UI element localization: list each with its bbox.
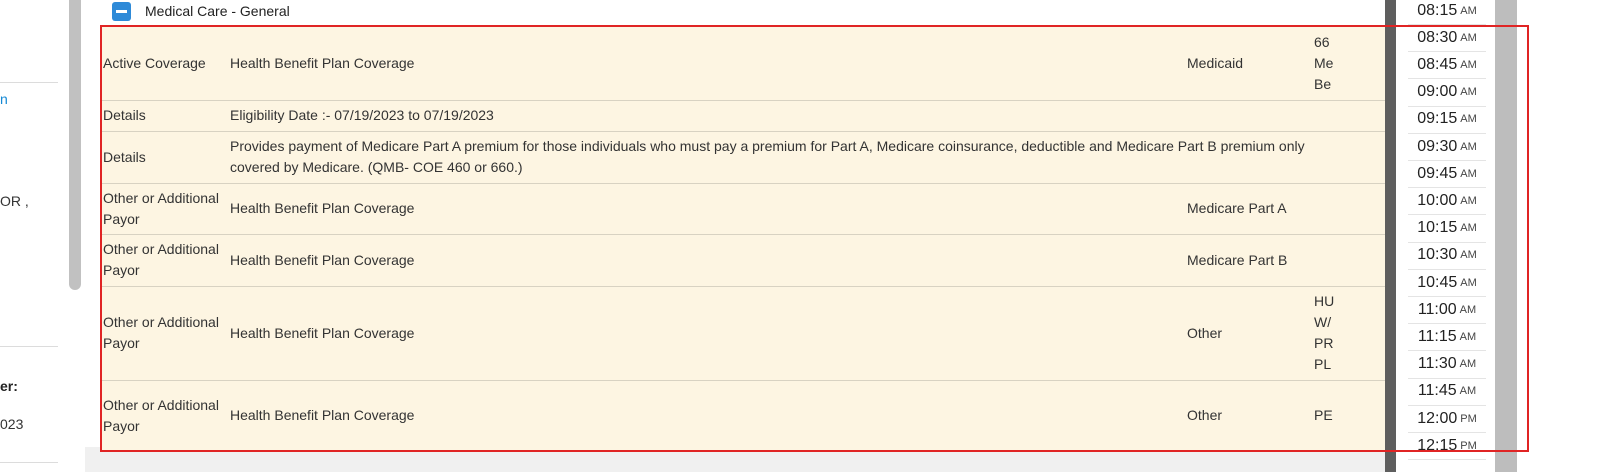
time-option[interactable]: 08:30 AM: [1408, 24, 1486, 53]
divider: [0, 462, 58, 463]
time-period: AM: [1460, 113, 1477, 126]
time-value: 12:15: [1417, 436, 1458, 454]
time-option[interactable]: 09:30 AM: [1408, 133, 1486, 161]
payor-info: 66 Me Be: [1314, 33, 1334, 92]
time-value: 10:15: [1417, 219, 1458, 237]
coverage-description: Health Benefit Plan Coverage: [230, 407, 415, 423]
table-row: Other or Additional Payor Health Benefit…: [100, 234, 1385, 287]
coverage-type: Other or Additional Payor: [103, 241, 219, 278]
table-row: Details Eligibility Date :- 07/19/2023 t…: [100, 100, 1385, 132]
time-value: 09:45: [1417, 164, 1458, 182]
collapse-button[interactable]: [112, 1, 131, 21]
time-period: PM: [1460, 412, 1477, 425]
time-value: 08:30: [1417, 28, 1458, 46]
table-row: Other or Additional Payor Health Benefit…: [100, 380, 1385, 451]
payor-name: Medicare Part B: [1187, 251, 1288, 268]
time-period: AM: [1459, 358, 1477, 371]
table-row: Other or Additional Payor Health Benefit…: [100, 286, 1385, 381]
time-option[interactable]: 12:15 PM: [1408, 432, 1486, 461]
payor-name: Other: [1187, 324, 1223, 341]
time-value: 09:00: [1417, 83, 1458, 101]
coverage-type: Details: [103, 107, 146, 123]
coverage-table: Active Coverage Health Benefit Plan Cove…: [100, 26, 1385, 451]
table-row: Details Provides payment of Medicare Par…: [100, 131, 1385, 184]
coverage-type: Other or Additional Payor: [103, 314, 219, 351]
payor-info: PE: [1314, 407, 1333, 423]
coverage-type: Active Coverage: [103, 54, 206, 71]
panel-divider: [1385, 0, 1396, 472]
time-list-scrollbar[interactable]: [1495, 0, 1517, 472]
coverage-type: Other or Additional Payor: [103, 396, 219, 434]
payor-name: Other: [1187, 407, 1223, 423]
coverage-description: Eligibility Date :- 07/19/2023 to 07/19/…: [230, 107, 494, 123]
coverage-type: Details: [103, 148, 146, 165]
time-period: AM: [1460, 86, 1477, 99]
time-period: PM: [1460, 439, 1477, 452]
coverage-description: Health Benefit Plan Coverage: [230, 251, 415, 268]
section-title: Medical Care - General: [145, 3, 290, 19]
time-option[interactable]: 10:15 AM: [1408, 215, 1486, 243]
minus-icon: [116, 9, 127, 13]
time-period: AM: [1460, 249, 1477, 262]
divider: [0, 82, 58, 83]
field-label: er:: [0, 378, 18, 394]
table-row: Other or Additional Payor Health Benefit…: [100, 183, 1385, 235]
time-option[interactable]: 10:30 AM: [1408, 242, 1486, 270]
coverage-description: Health Benefit Plan Coverage: [230, 200, 415, 216]
payor-name: Medicare Part A: [1187, 200, 1287, 216]
time-value: 10:00: [1417, 191, 1458, 209]
coverage-description: Health Benefit Plan Coverage: [230, 324, 415, 341]
divider: [0, 346, 58, 347]
time-value: 10:30: [1417, 246, 1458, 264]
coverage-description: Health Benefit Plan Coverage: [230, 54, 415, 71]
time-option[interactable]: 11:30 AM: [1408, 351, 1486, 379]
time-option[interactable]: 09:45 AM: [1408, 160, 1486, 189]
profile-link[interactable]: n: [0, 91, 8, 107]
time-period: AM: [1459, 330, 1477, 343]
time-value: 09:30: [1417, 137, 1458, 155]
time-value: 11:00: [1417, 300, 1457, 318]
field-value: 023: [0, 416, 24, 432]
time-period: AM: [1460, 222, 1477, 235]
section-header: Medical Care - General: [112, 0, 290, 22]
time-option[interactable]: 08:45 AM: [1408, 51, 1486, 80]
time-option[interactable]: 10:00 AM: [1408, 187, 1486, 216]
time-option[interactable]: 10:45 AM: [1408, 269, 1486, 297]
left-scrollbar-thumb[interactable]: [69, 0, 81, 290]
coverage-type: Other or Additional Payor: [103, 189, 219, 227]
time-period: AM: [1460, 276, 1477, 289]
time-value: 11:45: [1417, 382, 1457, 400]
time-value: 08:15: [1417, 1, 1458, 19]
time-option[interactable]: 08:15 AM: [1408, 0, 1486, 25]
table-row: Active Coverage Health Benefit Plan Cove…: [100, 26, 1385, 101]
time-value: 09:15: [1417, 110, 1458, 128]
time-value: 10:45: [1417, 273, 1458, 291]
time-option[interactable]: 09:15 AM: [1408, 106, 1486, 134]
time-period: AM: [1460, 31, 1477, 44]
payor-name: Medicaid: [1187, 54, 1244, 71]
time-dropdown-list: 08:15 AM 08:30 AM 08:45 AM 09:00 AM 09:15 AM 09:30…: [1396, 0, 1486, 472]
time-option[interactable]: 09:00 AM: [1408, 79, 1486, 107]
time-value: 11:15: [1417, 327, 1457, 345]
time-option[interactable]: 12:00 PM: [1408, 405, 1486, 433]
time-period: AM: [1460, 58, 1477, 71]
time-period: AM: [1460, 140, 1477, 153]
payor-info: HU W/ PR PL: [1314, 293, 1335, 372]
address-text: OR ,: [0, 193, 29, 209]
time-period: AM: [1459, 303, 1477, 316]
time-period: AM: [1459, 385, 1477, 398]
time-value: 12:00: [1417, 409, 1458, 427]
time-option[interactable]: 11:15 AM: [1408, 323, 1486, 352]
time-value: 11:30: [1417, 355, 1457, 373]
time-option[interactable]: 11:00 AM: [1408, 296, 1486, 325]
time-period: AM: [1460, 167, 1477, 180]
time-option[interactable]: 11:45 AM: [1408, 378, 1486, 406]
time-value: 08:45: [1417, 55, 1458, 73]
time-period: AM: [1460, 194, 1477, 207]
time-period: AM: [1460, 4, 1477, 17]
coverage-description: Provides payment of Medicare Part A prem…: [230, 138, 1305, 175]
left-panel: n OR , er: 023: [0, 0, 70, 472]
